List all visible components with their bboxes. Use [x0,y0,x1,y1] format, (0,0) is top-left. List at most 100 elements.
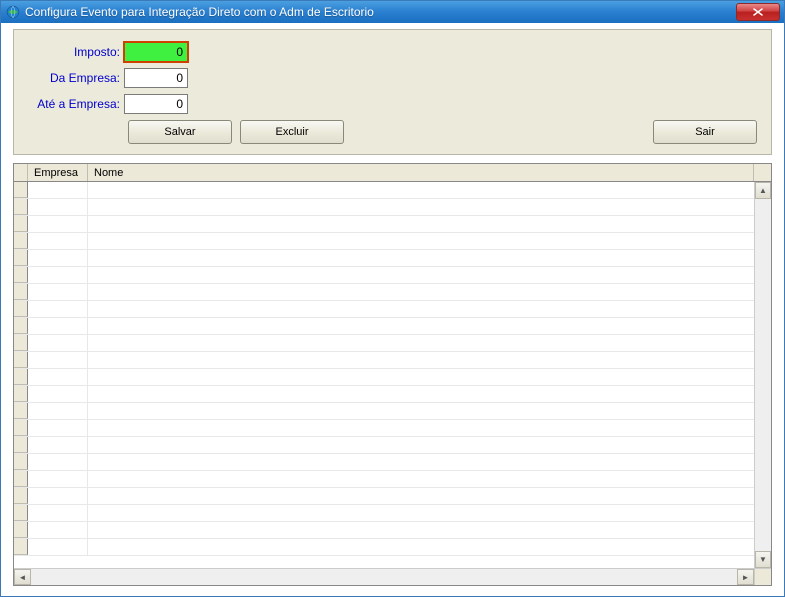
table-row[interactable] [14,318,754,335]
table-row[interactable] [14,471,754,488]
cell-nome[interactable] [88,454,754,470]
table-row[interactable] [14,284,754,301]
table-row[interactable] [14,505,754,522]
cell-nome[interactable] [88,182,754,198]
scroll-right-button[interactable]: ► [737,569,754,585]
input-imposto[interactable] [124,42,188,62]
app-icon [5,4,21,20]
table-row[interactable] [14,522,754,539]
table-row[interactable] [14,199,754,216]
cell-empresa[interactable] [28,250,88,266]
cell-nome[interactable] [88,301,754,317]
cell-nome[interactable] [88,403,754,419]
cell-nome[interactable] [88,199,754,215]
table-row[interactable] [14,420,754,437]
chevron-right-icon: ► [742,573,750,582]
sair-button[interactable]: Sair [653,120,757,144]
table-row[interactable] [14,488,754,505]
cell-nome[interactable] [88,522,754,538]
cell-empresa[interactable] [28,437,88,453]
header-indicator [14,164,28,181]
row-indicator [14,437,28,453]
data-grid[interactable]: Empresa Nome ▲ ▼ ◄ [13,163,772,586]
cell-nome[interactable] [88,284,754,300]
cell-nome[interactable] [88,386,754,402]
cell-nome[interactable] [88,420,754,436]
table-row[interactable] [14,250,754,267]
vertical-scrollbar[interactable]: ▲ ▼ [754,182,771,568]
cell-empresa[interactable] [28,352,88,368]
cell-empresa[interactable] [28,420,88,436]
cell-empresa[interactable] [28,199,88,215]
cell-nome[interactable] [88,233,754,249]
table-row[interactable] [14,539,754,556]
cell-nome[interactable] [88,352,754,368]
cell-nome[interactable] [88,505,754,521]
scroll-up-button[interactable]: ▲ [755,182,771,199]
table-row[interactable] [14,182,754,199]
scroll-down-button[interactable]: ▼ [755,551,771,568]
row-indicator [14,386,28,402]
vscroll-track[interactable] [755,199,771,551]
cell-empresa[interactable] [28,369,88,385]
horizontal-scrollbar[interactable]: ◄ ► [14,568,771,585]
header-nome[interactable]: Nome [88,164,754,181]
row-da-empresa: Da Empresa: [28,68,757,88]
cell-nome[interactable] [88,250,754,266]
cell-empresa[interactable] [28,318,88,334]
titlebar[interactable]: Configura Evento para Integração Direto … [1,1,784,23]
cell-empresa[interactable] [28,284,88,300]
table-row[interactable] [14,369,754,386]
table-row[interactable] [14,437,754,454]
table-row[interactable] [14,403,754,420]
table-row[interactable] [14,233,754,250]
cell-empresa[interactable] [28,488,88,504]
cell-nome[interactable] [88,335,754,351]
table-row[interactable] [14,301,754,318]
cell-empresa[interactable] [28,182,88,198]
cell-empresa[interactable] [28,267,88,283]
cell-nome[interactable] [88,539,754,555]
input-ate-empresa[interactable] [124,94,188,114]
cell-nome[interactable] [88,267,754,283]
row-ate-empresa: Até a Empresa: [28,94,757,114]
cell-empresa[interactable] [28,216,88,232]
cell-nome[interactable] [88,471,754,487]
close-button[interactable] [736,3,780,21]
table-row[interactable] [14,216,754,233]
row-indicator [14,233,28,249]
chevron-up-icon: ▲ [759,186,767,195]
input-da-empresa[interactable] [124,68,188,88]
cell-empresa[interactable] [28,233,88,249]
table-row[interactable] [14,352,754,369]
table-row[interactable] [14,335,754,352]
cell-empresa[interactable] [28,301,88,317]
table-row[interactable] [14,386,754,403]
row-indicator [14,522,28,538]
table-row[interactable] [14,454,754,471]
table-row[interactable] [14,267,754,284]
cell-empresa[interactable] [28,471,88,487]
cell-empresa[interactable] [28,522,88,538]
window-title: Configura Evento para Integração Direto … [25,5,736,19]
cell-nome[interactable] [88,318,754,334]
scroll-left-button[interactable]: ◄ [14,569,31,585]
row-indicator [14,505,28,521]
grid-rows [14,182,754,568]
row-indicator [14,471,28,487]
cell-empresa[interactable] [28,335,88,351]
excluir-button[interactable]: Excluir [240,120,344,144]
cell-empresa[interactable] [28,403,88,419]
cell-empresa[interactable] [28,505,88,521]
hscroll-track[interactable] [31,569,737,585]
row-imposto: Imposto: [28,42,757,62]
cell-nome[interactable] [88,488,754,504]
salvar-button[interactable]: Salvar [128,120,232,144]
cell-nome[interactable] [88,369,754,385]
cell-empresa[interactable] [28,539,88,555]
cell-empresa[interactable] [28,386,88,402]
header-empresa[interactable]: Empresa [28,164,88,181]
cell-nome[interactable] [88,216,754,232]
cell-nome[interactable] [88,437,754,453]
cell-empresa[interactable] [28,454,88,470]
